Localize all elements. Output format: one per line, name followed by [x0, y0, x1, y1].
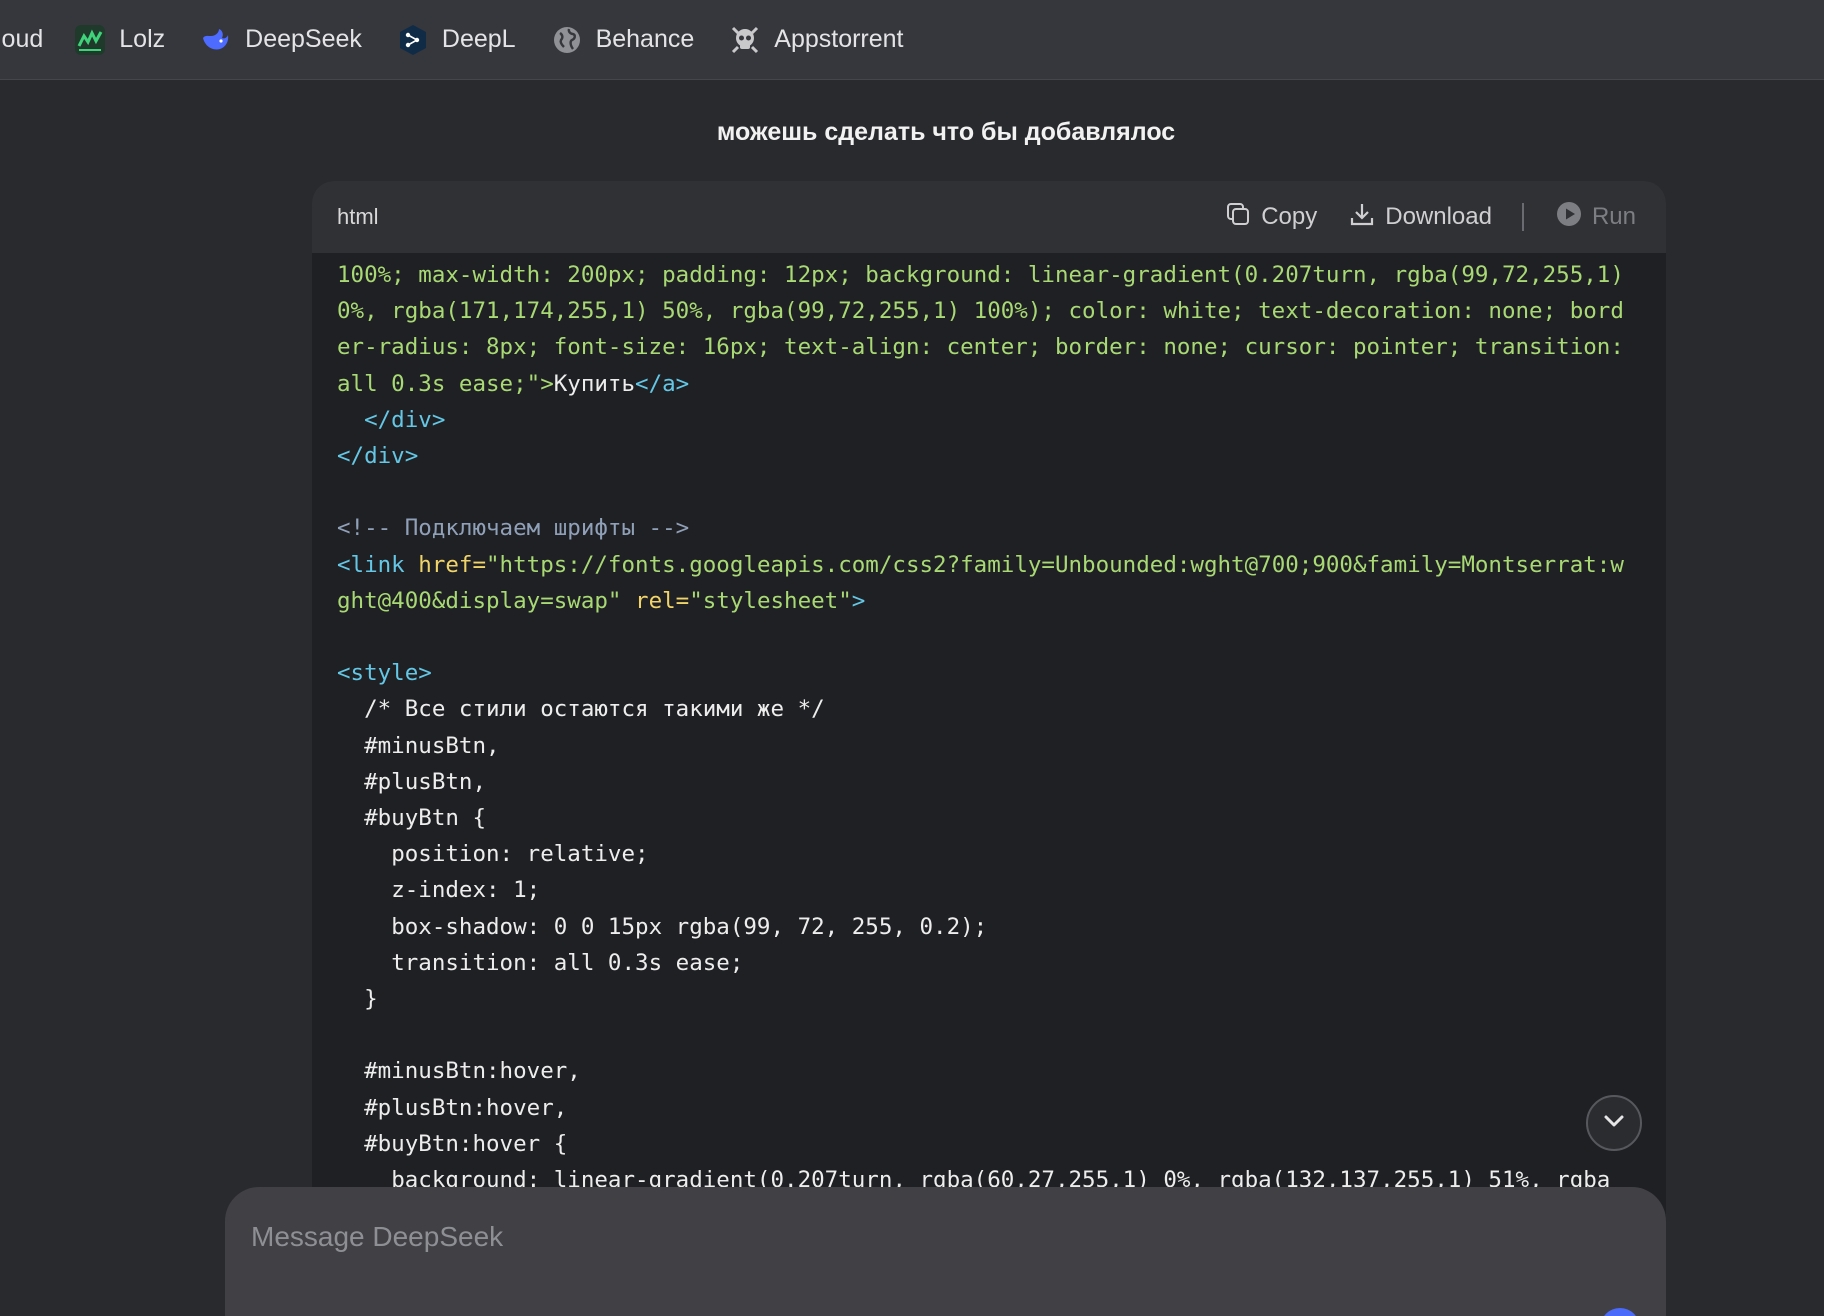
- bookmark-appstorrent[interactable]: Appstorrent: [728, 0, 904, 79]
- message-composer: [225, 1187, 1666, 1316]
- code-line: #minusBtn:hover,: [337, 1058, 581, 1085]
- download-icon: [1349, 201, 1385, 234]
- chevron-down-icon: [1600, 1107, 1628, 1140]
- bookmark-label: DeepSeek: [245, 25, 362, 53]
- play-icon: [1556, 201, 1592, 234]
- code-line: #buyBtn {: [337, 805, 487, 832]
- copy-label: Copy: [1261, 203, 1318, 230]
- deepseek-whale-icon: [199, 23, 233, 57]
- code-line: <link href="https://fonts.googleapis.com…: [337, 551, 1624, 614]
- copy-icon: [1225, 201, 1261, 234]
- bookmark-deepl[interactable]: DeepL: [396, 0, 516, 79]
- download-button[interactable]: Download: [1349, 201, 1492, 234]
- download-label: Download: [1385, 203, 1492, 230]
- code-line: <style>: [337, 660, 432, 687]
- code-line-empty: [337, 1017, 1636, 1053]
- code-line: /* Все стили остаются такими же */: [337, 696, 825, 723]
- code-line: </div>: [337, 443, 419, 470]
- code-line: </div>: [337, 406, 446, 433]
- bookmark-cloud[interactable]: loud: [0, 0, 44, 79]
- message-input[interactable]: [251, 1215, 1631, 1259]
- code-content: 100%; max-width: 200px; padding: 12px; b…: [312, 253, 1666, 1198]
- code-block: html Copy Download Run 100%; max-width: …: [312, 181, 1666, 1316]
- skull-icon: [728, 23, 762, 57]
- code-line-empty: [337, 619, 1636, 655]
- bookmark-deepseek[interactable]: DeepSeek: [199, 0, 362, 79]
- code-line-empty: [337, 474, 1636, 510]
- code-line: box-shadow: 0 0 15px rgba(99, 72, 255, 0…: [337, 913, 988, 940]
- bookmark-lolz[interactable]: Lolz: [73, 0, 166, 79]
- code-line: z-index: 1;: [337, 877, 541, 904]
- bookmark-label: Lolz: [119, 25, 166, 53]
- code-line: #minusBtn,: [337, 732, 500, 759]
- bookmark-label: loud: [0, 25, 44, 53]
- bookmark-label: Behance: [595, 25, 695, 53]
- code-line: }: [337, 986, 378, 1013]
- user-message: можешь сделать что бы добавлялос: [716, 118, 1176, 146]
- code-line: #buyBtn:hover {: [337, 1130, 568, 1157]
- bookmarks-bar: loud Lolz DeepSeek DeepL Behance Appstor…: [0, 0, 1824, 80]
- code-line: transition: all 0.3s ease;: [337, 949, 744, 976]
- code-line: <!-- Подключаем шрифты -->: [337, 515, 690, 542]
- scroll-to-bottom-button[interactable]: [1586, 1095, 1642, 1151]
- deepl-logo-icon: [396, 23, 430, 57]
- globe-icon: [550, 23, 584, 57]
- run-button[interactable]: Run: [1556, 201, 1636, 234]
- code-line: #plusBtn,: [337, 768, 487, 795]
- run-label: Run: [1591, 203, 1636, 230]
- bookmark-label: Appstorrent: [774, 25, 904, 53]
- code-block-header: html Copy Download Run: [312, 181, 1666, 253]
- bookmark-behance[interactable]: Behance: [550, 0, 695, 79]
- header-divider: [1521, 203, 1524, 231]
- code-line: 100%; max-width: 200px; padding: 12px; b…: [337, 262, 1638, 397]
- copy-button[interactable]: Copy: [1225, 201, 1317, 234]
- lolz-logo-icon: [73, 23, 107, 57]
- code-language-label: html: [337, 204, 379, 229]
- code-line: position: relative;: [337, 841, 649, 868]
- bookmark-label: DeepL: [441, 25, 516, 53]
- code-line: #plusBtn:hover,: [337, 1094, 568, 1121]
